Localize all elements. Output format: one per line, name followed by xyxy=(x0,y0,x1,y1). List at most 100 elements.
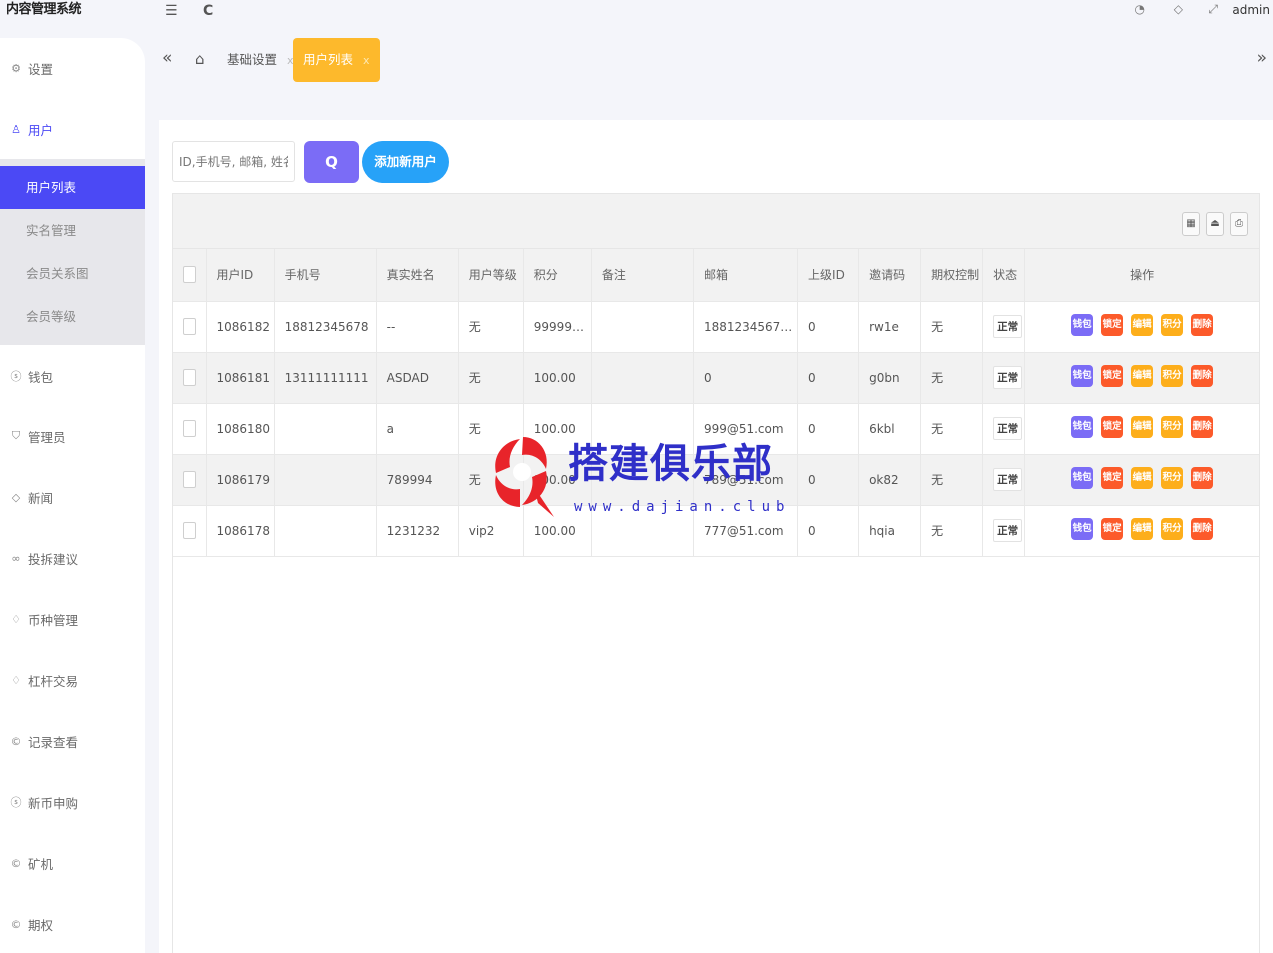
sidebar-sub-user-list[interactable]: 用户列表 xyxy=(0,166,145,209)
cell-code: ok82 xyxy=(858,454,922,506)
edit-button[interactable]: 编辑 xyxy=(1131,365,1154,387)
lock-button[interactable]: 锁定 xyxy=(1101,314,1124,336)
print-icon[interactable]: ⎙ xyxy=(1230,212,1248,236)
points-button[interactable]: 积分 xyxy=(1161,365,1184,387)
points-button[interactable]: 积分 xyxy=(1161,314,1184,336)
lock-button[interactable]: 锁定 xyxy=(1101,416,1124,438)
cell-actions: 钱包 锁定 编辑 积分 删除 xyxy=(1024,454,1259,506)
points-button[interactable]: 积分 xyxy=(1161,467,1184,489)
points-button[interactable]: 积分 xyxy=(1161,416,1184,438)
sidebar-item-settings[interactable]: ⚙ 设置 xyxy=(0,48,145,88)
wallet-button[interactable]: 钱包 xyxy=(1071,314,1094,336)
lock-button[interactable]: 锁定 xyxy=(1101,518,1124,540)
points-button[interactable]: 积分 xyxy=(1161,518,1184,540)
column-header[interactable]: 上级ID xyxy=(797,249,860,302)
delete-button[interactable]: 删除 xyxy=(1191,467,1214,489)
edit-button[interactable]: 编辑 xyxy=(1131,467,1154,489)
delete-button[interactable]: 删除 xyxy=(1191,416,1214,438)
search-button[interactable]: Q xyxy=(304,141,359,183)
row-checkbox[interactable] xyxy=(183,471,196,488)
refresh-icon[interactable]: C xyxy=(203,3,213,19)
status-badge[interactable]: 正常 xyxy=(993,468,1023,491)
column-header[interactable]: 期权控制 xyxy=(920,249,984,302)
column-header[interactable]: 积分 xyxy=(523,249,592,302)
column-header[interactable]: 真实姓名 xyxy=(376,249,459,302)
fullscreen-icon[interactable]: ⤢ xyxy=(1208,2,1218,17)
edit-button[interactable]: 编辑 xyxy=(1131,314,1154,336)
status-badge[interactable]: 正常 xyxy=(993,519,1023,542)
wallet-button[interactable]: 钱包 xyxy=(1071,365,1094,387)
edit-button[interactable]: 编辑 xyxy=(1131,518,1154,540)
wallet-button[interactable]: 钱包 xyxy=(1071,467,1094,489)
select-all-checkbox[interactable] xyxy=(183,266,196,284)
cell-remark xyxy=(591,352,694,404)
column-header[interactable]: 手机号 xyxy=(274,249,377,302)
sidebar-item-feedback[interactable]: ∞ 投拆建议 xyxy=(0,538,145,578)
cell-status: 正常 xyxy=(982,505,1026,557)
status-badge[interactable]: 正常 xyxy=(993,417,1023,440)
row-select-cell xyxy=(173,505,207,557)
status-badge[interactable]: 正常 xyxy=(993,366,1023,389)
sidebar-item-wallet[interactable]: ⓢ 钱包 xyxy=(0,356,145,396)
sidebar-item-records[interactable]: © 记录查看 xyxy=(0,721,145,761)
row-checkbox[interactable] xyxy=(183,420,196,437)
data-table: 用户ID 手机号 真实姓名 用户等级 积分 备注 邮箱 上级ID 邀请码 期权控… xyxy=(173,249,1259,557)
columns-icon[interactable]: ▦ xyxy=(1182,212,1200,236)
sidebar-item-options[interactable]: © 期权 xyxy=(0,904,145,944)
tabs-scroll-left-icon[interactable]: « xyxy=(162,48,172,68)
lock-button[interactable]: 锁定 xyxy=(1101,365,1124,387)
sidebar-sub-real-name[interactable]: 实名管理 xyxy=(0,209,145,252)
edit-button[interactable]: 编辑 xyxy=(1131,416,1154,438)
cell-parent: 0 xyxy=(797,301,860,353)
delete-button[interactable]: 删除 xyxy=(1191,365,1214,387)
palette-icon[interactable]: ◔ xyxy=(1135,2,1145,16)
cell-id: 1086181 xyxy=(206,352,275,404)
cell-points: 9999999... xyxy=(523,301,592,353)
column-header[interactable]: 用户ID xyxy=(206,249,275,302)
user-menu[interactable]: admin xyxy=(1232,3,1270,17)
sidebar-item-users[interactable]: ♙ 用户 xyxy=(0,109,145,149)
row-checkbox[interactable] xyxy=(183,318,196,335)
status-badge[interactable]: 正常 xyxy=(993,315,1023,338)
search-input[interactable] xyxy=(172,141,295,182)
sidebar-item-new-coin[interactable]: ⓢ 新币申购 xyxy=(0,782,145,822)
tab-basic-settings[interactable]: 基础设置 x xyxy=(227,38,294,82)
cell-email: 18812345678@q... xyxy=(693,301,799,353)
column-header[interactable]: 邮箱 xyxy=(693,249,799,302)
cell-phone xyxy=(274,454,377,506)
wallet-button[interactable]: 钱包 xyxy=(1071,416,1094,438)
delete-button[interactable]: 删除 xyxy=(1191,518,1214,540)
tag-icon[interactable]: ◇ xyxy=(1174,2,1183,16)
add-user-button[interactable]: 添加新用户 xyxy=(362,141,449,183)
sidebar-item-label: 杠杆交易 xyxy=(28,673,79,689)
delete-button[interactable]: 删除 xyxy=(1191,314,1214,336)
column-header[interactable]: 备注 xyxy=(591,249,694,302)
sidebar-sub-member-level[interactable]: 会员等级 xyxy=(0,295,145,338)
sidebar-sub-relation-graph[interactable]: 会员关系图 xyxy=(0,252,145,295)
row-checkbox[interactable] xyxy=(183,369,196,386)
menu-toggle-icon[interactable]: ☰ xyxy=(165,3,178,19)
sidebar-item-news[interactable]: ◇ 新闻 xyxy=(0,477,145,517)
circle-icon: © xyxy=(10,856,22,870)
user-table: ▦ ⏏ ⎙ 用户ID 手机号 真实姓名 用户等级 积分 备注 邮箱 上级ID 邀… xyxy=(172,193,1260,953)
wallet-button[interactable]: 钱包 xyxy=(1071,518,1094,540)
lock-button[interactable]: 锁定 xyxy=(1101,467,1124,489)
sidebar-item-currency[interactable]: ♢ 币种管理 xyxy=(0,599,145,639)
sidebar: ⚙ 设置 ♙ 用户 用户列表 实名管理 会员关系图 会员等级 ⓢ 钱包 ⛉ 管理员 ◇ 新… xyxy=(0,38,145,953)
cell-phone xyxy=(274,505,377,557)
cell-email: 0 xyxy=(693,352,799,404)
home-icon[interactable]: ⌂ xyxy=(195,50,205,68)
sidebar-item-admin[interactable]: ⛉ 管理员 xyxy=(0,416,145,456)
sidebar-item-label: 期权 xyxy=(28,917,54,933)
gear-icon: ⚙ xyxy=(11,61,21,75)
sidebar-item-leverage[interactable]: ♢ 杠杆交易 xyxy=(0,660,145,700)
close-icon[interactable]: x xyxy=(363,54,370,67)
column-header[interactable]: 状态 xyxy=(982,249,1026,302)
export-icon[interactable]: ⏏ xyxy=(1206,212,1224,236)
column-header[interactable]: 用户等级 xyxy=(458,249,524,302)
column-header[interactable]: 邀请码 xyxy=(858,249,922,302)
row-checkbox[interactable] xyxy=(183,522,196,539)
tab-user-list[interactable]: 用户列表 x xyxy=(293,38,380,82)
sidebar-item-miner[interactable]: © 矿机 xyxy=(0,843,145,883)
tabs-scroll-right-icon[interactable]: » xyxy=(1257,48,1267,68)
